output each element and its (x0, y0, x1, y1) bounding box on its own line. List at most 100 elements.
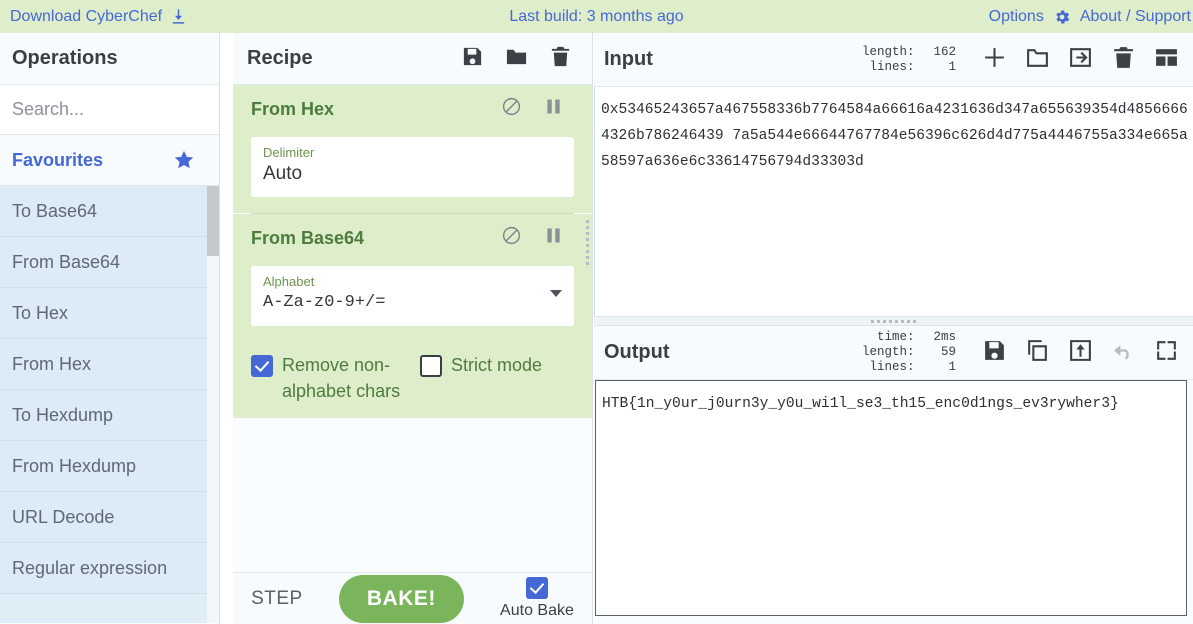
recipe-panel: Recipe From Hex Delimiter Auto From Base… (233, 33, 593, 624)
recipe-body: From Hex Delimiter Auto From Base64 Alph… (233, 85, 592, 572)
delimiter-value: Auto (263, 163, 303, 184)
search-input[interactable]: Search... (0, 85, 219, 135)
plus-icon[interactable] (982, 45, 1007, 75)
input-lines-value: 1 (948, 59, 956, 74)
trash-icon[interactable] (1111, 45, 1136, 75)
checkbox-box[interactable] (525, 577, 548, 599)
auto-bake-toggle[interactable]: Auto Bake (500, 577, 574, 620)
operation-controls (501, 96, 564, 122)
options-link[interactable]: Options (989, 8, 1044, 26)
input-textarea[interactable]: 0x53465243657a467558336b7764584a66616a42… (594, 87, 1193, 316)
checkbox-label: Remove non-alphabet chars (282, 355, 401, 401)
scrollbar-thumb[interactable] (207, 186, 219, 256)
list-item[interactable]: From Base64 (0, 237, 219, 288)
operation-checkboxes: Remove non-alphabet chars Strict mode (233, 342, 592, 418)
recipe-header: Recipe (233, 33, 592, 85)
operation-name: From Base64 (251, 227, 365, 248)
input-header: Input length: 162 lines: 1 (594, 33, 1193, 87)
recipe-operation-from-base64[interactable]: From Base64 Alphabet A-Za-z0-9+/= Remove… (233, 214, 592, 418)
output-time-value: 2ms (933, 330, 956, 344)
list-item[interactable]: From Hexdump (0, 441, 219, 492)
folder-open-icon[interactable] (1025, 45, 1050, 75)
input-value: 0x53465243657a467558336b7764584a66616a42… (601, 102, 1188, 170)
output-lines-value: 1 (948, 360, 956, 374)
checkbox-box[interactable] (420, 355, 442, 377)
checkbox-label: Strict mode (451, 355, 543, 375)
favourites-category[interactable]: Favourites (0, 135, 219, 186)
copy-icon[interactable] (1025, 338, 1050, 368)
list-item[interactable]: Regular expression (0, 543, 219, 594)
list-item[interactable]: To Hex (0, 288, 219, 339)
output-title: Output (604, 341, 670, 363)
output-length-key: length: (861, 345, 915, 359)
bake-button[interactable]: BAKE! (338, 574, 464, 623)
operations-panel: Operations Search... Favourites To Base6… (0, 33, 220, 624)
io-panel: Input length: 162 lines: 1 0x53465243657… (594, 33, 1193, 624)
chevron-down-icon[interactable] (550, 290, 562, 297)
auto-bake-label: Auto Bake (500, 602, 574, 619)
recipe-title: Recipe (247, 47, 313, 69)
operations-title: Operations (0, 33, 219, 85)
output-textarea[interactable]: HTB{1n_y0ur_j0urn3y_y0u_wi1l_se3_th15_en… (595, 380, 1187, 616)
bake-to-input-icon[interactable] (1068, 338, 1093, 368)
cyberchef-app: Download CyberChef Last build: 3 months … (0, 0, 1193, 624)
output-header-icons (982, 338, 1179, 368)
alphabet-value: A-Za-z0-9+/= (263, 293, 386, 312)
input-length-value: 162 (933, 44, 956, 59)
step-button[interactable]: STEP (251, 588, 303, 610)
maximise-icon[interactable] (1154, 338, 1179, 368)
io-splitter[interactable] (594, 316, 1193, 326)
output-meta: time: 2ms length: 59 lines: 1 (734, 330, 982, 375)
disable-icon[interactable] (501, 96, 522, 122)
vertical-drag-handle-icon[interactable] (586, 220, 589, 265)
operation-name: From Hex (251, 98, 335, 119)
star-icon (173, 149, 195, 171)
output-time-key: time: (876, 330, 915, 344)
checkbox-box[interactable] (251, 355, 273, 377)
alphabet-field[interactable]: Alphabet A-Za-z0-9+/= (251, 266, 574, 326)
recipe-operation-from-hex[interactable]: From Hex Delimiter Auto (233, 85, 592, 213)
recipe-header-icons (461, 45, 572, 73)
pause-icon[interactable] (543, 225, 564, 251)
operation-header: From Base64 (233, 214, 592, 262)
sign-in-icon[interactable] (1068, 45, 1093, 75)
delimiter-label: Delimiter (263, 145, 315, 160)
gear-icon[interactable] (1053, 8, 1071, 26)
recipe-controls: STEP BAKE! Auto Bake (233, 572, 592, 624)
output-header: Output time: 2ms length: 59 lines: 1 (594, 326, 1193, 380)
strict-mode-checkbox[interactable]: Strict mode (420, 352, 542, 378)
remove-non-alphabet-chars-checkbox[interactable]: Remove non-alphabet chars (251, 352, 402, 404)
operations-list[interactable]: To Base64 From Base64 To Hex From Hex To… (0, 186, 219, 623)
pause-icon[interactable] (543, 96, 564, 122)
favourites-label: Favourites (12, 149, 104, 170)
list-item[interactable]: URL Decode (0, 492, 219, 543)
output-lines-key: lines: (869, 360, 915, 374)
delimiter-field[interactable]: Delimiter Auto (251, 137, 574, 197)
drag-handle-icon[interactable] (871, 319, 916, 323)
input-meta: length: 162 lines: 1 (734, 45, 982, 75)
input-lines-key: lines: (869, 59, 915, 74)
operation-arguments: Alphabet A-Za-z0-9+/= (233, 262, 592, 342)
input-header-icons (982, 45, 1179, 75)
output-value: HTB{1n_y0ur_j0urn3y_y0u_wi1l_se3_th15_en… (602, 396, 1119, 412)
operation-header: From Hex (233, 85, 592, 133)
alphabet-label: Alphabet (263, 274, 315, 289)
top-banner: Download CyberChef Last build: 3 months … (0, 0, 1193, 33)
operation-arguments: Delimiter Auto (233, 133, 592, 213)
operations-scrollbar[interactable] (207, 186, 219, 623)
list-item[interactable]: To Hexdump (0, 390, 219, 441)
save-icon[interactable] (461, 45, 484, 73)
trash-icon[interactable] (549, 45, 572, 73)
save-icon[interactable] (982, 338, 1007, 368)
list-item[interactable]: To Base64 (0, 186, 219, 237)
output-length-value: 59 (940, 345, 956, 359)
input-length-key: length: (861, 44, 915, 59)
disable-icon[interactable] (501, 225, 522, 251)
operation-controls (501, 225, 564, 251)
about-support-link[interactable]: About / Support (1080, 8, 1191, 26)
undo-icon[interactable] (1111, 338, 1136, 368)
input-title: Input (604, 48, 653, 70)
list-item[interactable]: From Hex (0, 339, 219, 390)
folder-icon[interactable] (505, 45, 528, 73)
tabs-icon[interactable] (1154, 45, 1179, 75)
